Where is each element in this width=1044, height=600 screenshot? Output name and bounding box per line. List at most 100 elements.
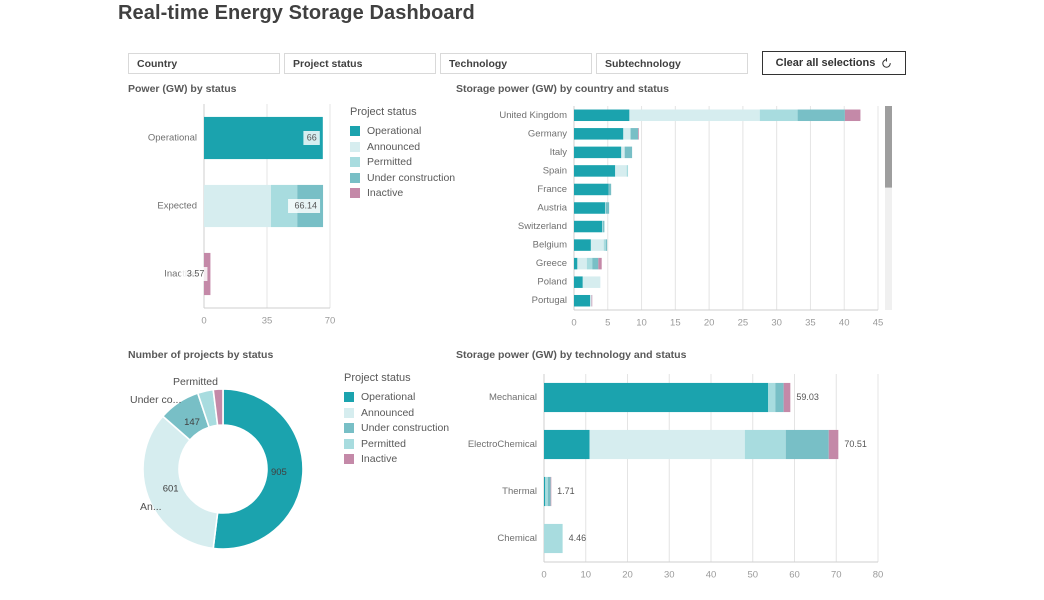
legend-rows: Operational Announced Permitted Under const… (350, 125, 455, 199)
bar-segment[interactable] (631, 128, 638, 139)
chart-title-storage-by-country: Storage power (GW) by country and status (456, 82, 908, 96)
bar-segment[interactable] (784, 383, 791, 412)
x-tick-label: 15 (670, 318, 681, 329)
bar-segment[interactable] (638, 128, 639, 139)
bar-segment[interactable] (615, 165, 626, 176)
bar-segment[interactable] (574, 258, 577, 269)
category-label: Italy (550, 147, 568, 158)
bar-value-label: 59.03 (796, 392, 819, 402)
bar-segment[interactable] (625, 147, 632, 158)
bar-segment[interactable] (603, 221, 604, 232)
bar-segment[interactable] (623, 128, 630, 139)
bar-segment[interactable] (545, 477, 548, 506)
storage-by-country-svg[interactable]: United KingdomGermanyItalySpainFranceAus… (456, 96, 908, 340)
bar-segment[interactable] (583, 276, 601, 287)
bar-segment[interactable] (768, 383, 775, 412)
filter-country[interactable]: Country (128, 53, 280, 74)
x-tick-label: 35 (262, 316, 273, 327)
legend-item-announced[interactable]: Announced (350, 141, 455, 153)
filter-technology[interactable]: Technology (440, 53, 592, 74)
x-tick-label: 60 (789, 570, 800, 581)
bar-segment[interactable] (786, 430, 829, 459)
bar-segment[interactable] (629, 110, 759, 121)
bar-segment[interactable] (621, 147, 624, 158)
bar-segment[interactable] (544, 524, 563, 553)
donut-slice[interactable] (143, 416, 218, 548)
x-tick-label: 10 (636, 318, 647, 329)
scrollbar-thumb[interactable] (885, 106, 892, 188)
bar-segment[interactable] (574, 147, 621, 158)
bar-segment[interactable] (544, 383, 768, 412)
bar-segment[interactable] (598, 258, 601, 269)
bar-segment[interactable] (845, 110, 861, 121)
bar-segment[interactable] (592, 258, 598, 269)
bar-segment[interactable] (590, 430, 745, 459)
legend-item-announced[interactable]: Announced (344, 407, 449, 419)
legend-swatch-icon (350, 142, 360, 152)
bar-segment[interactable] (544, 477, 545, 506)
bar-segment[interactable] (574, 276, 583, 287)
bar-segment[interactable] (574, 110, 629, 121)
bar-segment[interactable] (577, 258, 586, 269)
bar-segment[interactable] (204, 185, 271, 227)
donut-slice[interactable] (213, 389, 303, 549)
bar-segment[interactable] (574, 221, 602, 232)
bar-segment[interactable] (574, 202, 605, 213)
legend-swatch-icon (350, 157, 360, 167)
legend-item-label: Inactive (361, 453, 397, 465)
bar-segment[interactable] (574, 165, 615, 176)
legend-swatch-icon (344, 454, 354, 464)
legend-projects-by-status: Project status OperationalAnnouncedUnder… (344, 372, 449, 469)
reset-circular-arrow-icon (881, 58, 892, 69)
storage-by-technology-svg[interactable]: Mechanical59.03ElectroChemical70.51Therm… (456, 362, 908, 594)
bar-segment[interactable] (760, 110, 798, 121)
legend-swatch-icon (350, 188, 360, 198)
legend-item-label: Permitted (361, 438, 406, 450)
bar-segment[interactable] (587, 258, 592, 269)
filter-project-status[interactable]: Project status (284, 53, 436, 74)
legend-item-under-construction[interactable]: Under construction (350, 172, 455, 184)
clear-all-selections-button[interactable]: Clear all selections (762, 51, 906, 75)
bar-segment[interactable] (574, 128, 623, 139)
bar-segment[interactable] (574, 239, 591, 250)
bar-segment[interactable] (829, 430, 839, 459)
bar-segment[interactable] (605, 202, 606, 213)
bar-segment[interactable] (604, 239, 606, 250)
filter-subtechnology[interactable]: Subtechnology (596, 53, 748, 74)
bar-segment[interactable] (775, 383, 783, 412)
x-tick-label: 50 (747, 570, 758, 581)
legend-power-by-status: Project status OperationalAnnouncedPermi… (350, 106, 455, 203)
bar-segment[interactable] (745, 430, 786, 459)
bar-segment[interactable] (591, 239, 604, 250)
bar-segment[interactable] (798, 110, 845, 121)
chart-power-by-status: Power (GW) by status Operational66Expect… (128, 82, 448, 340)
bar-segment[interactable] (606, 202, 609, 213)
x-tick-label: 40 (706, 570, 717, 581)
legend-item-operational[interactable]: Operational (350, 125, 455, 137)
bar-segment[interactable] (574, 295, 590, 306)
legend-item-permitted[interactable]: Permitted (344, 438, 449, 450)
chart-title-power-by-status: Power (GW) by status (128, 82, 448, 96)
bar-segment[interactable] (592, 295, 593, 306)
x-tick-label: 10 (580, 570, 591, 581)
bar-value-label: 66.14 (295, 200, 318, 210)
bar-segment[interactable] (630, 128, 631, 139)
donut-category-label: An... (140, 501, 162, 513)
legend-item-operational[interactable]: Operational (344, 391, 449, 403)
bar-value-label: 70.51 (844, 439, 867, 449)
bar-segment[interactable] (602, 221, 603, 232)
bar-segment[interactable] (551, 477, 552, 506)
bar-segment[interactable] (627, 165, 628, 176)
bar-segment[interactable] (590, 295, 591, 306)
legend-item-inactive[interactable]: Inactive (350, 187, 455, 199)
legend-item-under-construction[interactable]: Under construction (344, 422, 449, 434)
bar-segment[interactable] (548, 477, 551, 506)
bar-segment[interactable] (608, 184, 611, 195)
bar-segment[interactable] (606, 239, 607, 250)
bar-segment[interactable] (574, 184, 608, 195)
clear-all-selections-label: Clear all selections (776, 58, 876, 69)
bar-segment[interactable] (544, 430, 590, 459)
donut-value-label: 905 (271, 467, 287, 478)
legend-item-inactive[interactable]: Inactive (344, 453, 449, 465)
legend-item-permitted[interactable]: Permitted (350, 156, 455, 168)
